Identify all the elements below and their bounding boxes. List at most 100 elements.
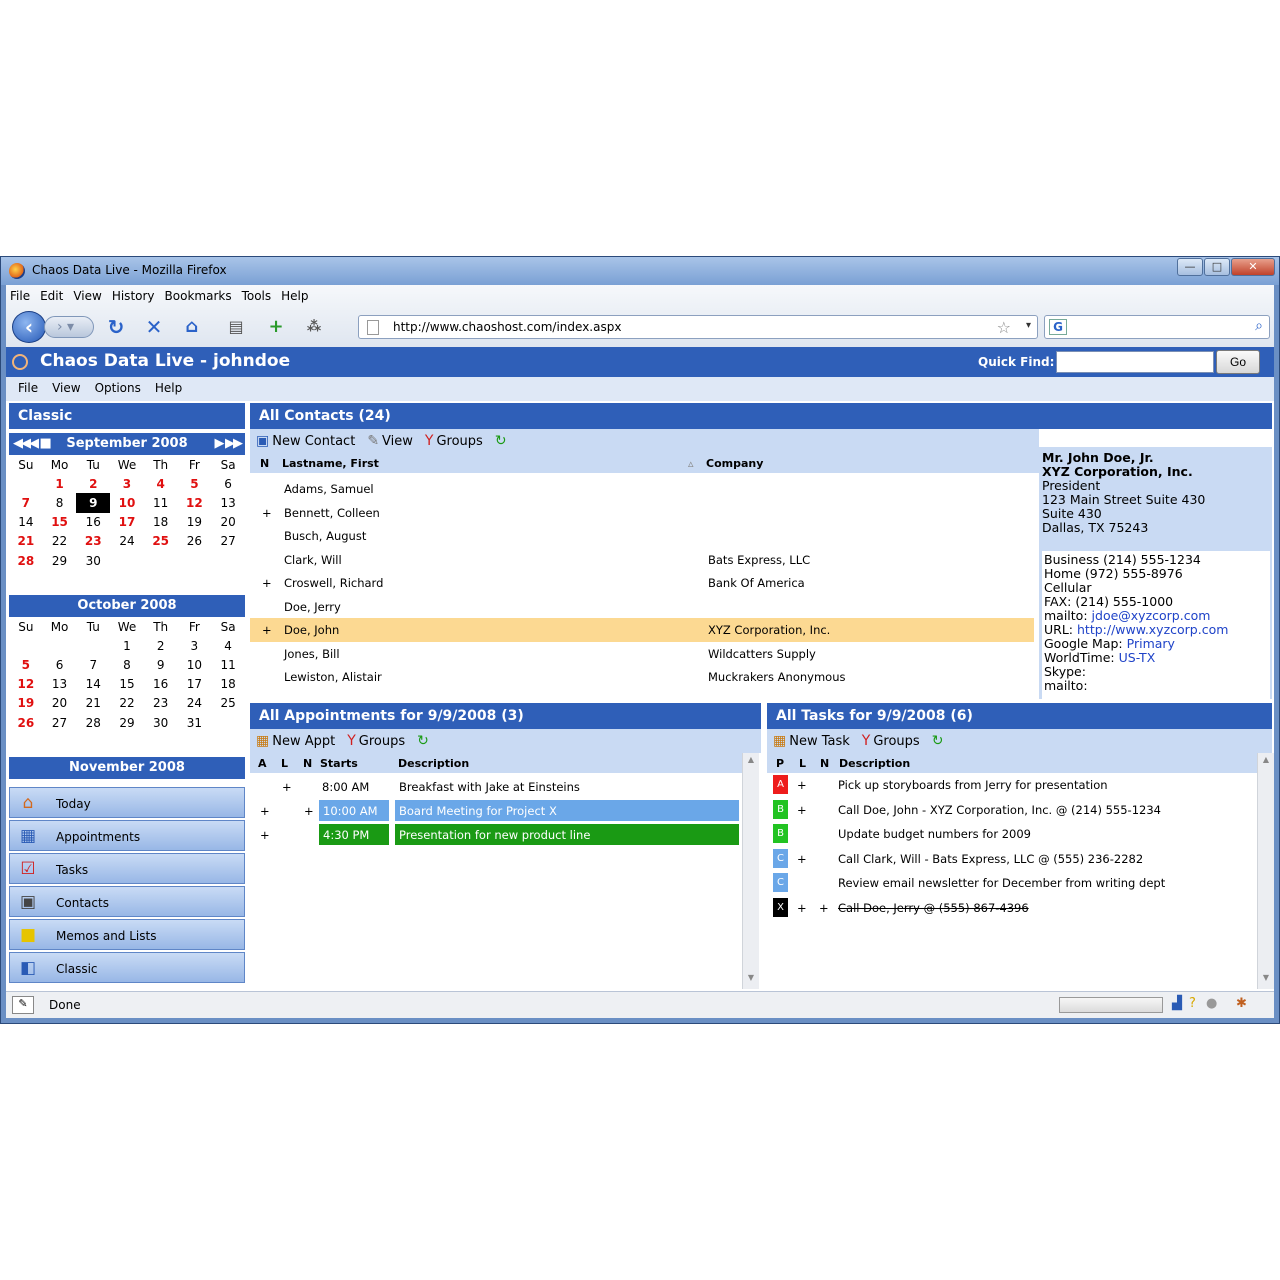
calendar-day[interactable]: 4 bbox=[144, 474, 178, 493]
calendar-day[interactable]: 26 bbox=[9, 713, 43, 732]
calendar-day[interactable] bbox=[211, 551, 245, 570]
calendar-day[interactable] bbox=[9, 636, 43, 655]
calendar-day[interactable]: 16 bbox=[144, 675, 178, 694]
calendar-day[interactable]: 18 bbox=[211, 675, 245, 694]
app-menu-help[interactable]: Help bbox=[155, 377, 182, 401]
calendar-day[interactable]: 14 bbox=[76, 675, 110, 694]
calendar-day[interactable]: 15 bbox=[43, 513, 77, 532]
menu-view[interactable]: View bbox=[73, 289, 101, 307]
calendar-day[interactable] bbox=[43, 732, 77, 751]
calendar-day[interactable]: 6 bbox=[211, 474, 245, 493]
new-task-button[interactable]: ▦ New Task bbox=[773, 733, 850, 749]
calendar-day[interactable]: 19 bbox=[178, 513, 212, 532]
calendar-day[interactable] bbox=[211, 732, 245, 751]
calendar-day[interactable]: 25 bbox=[144, 532, 178, 551]
people-icon[interactable]: ⁂ bbox=[302, 315, 326, 339]
calendar-day[interactable] bbox=[178, 551, 212, 570]
calendar-day[interactable]: 26 bbox=[178, 532, 212, 551]
app-menu-file[interactable]: File bbox=[18, 377, 38, 401]
task-row[interactable]: C Review email newsletter for December f… bbox=[767, 871, 1257, 896]
groups-button[interactable]: Y Groups bbox=[425, 433, 483, 449]
calendar-day[interactable]: 2 bbox=[76, 474, 110, 493]
col-p[interactable]: P bbox=[776, 757, 784, 770]
calendar-day[interactable]: 11 bbox=[211, 655, 245, 674]
refresh-button[interactable]: ↻ bbox=[495, 433, 507, 449]
app-menu-view[interactable]: View bbox=[52, 377, 80, 401]
menu-help[interactable]: Help bbox=[281, 289, 308, 307]
calendar-day[interactable]: 4 bbox=[211, 636, 245, 655]
contact-row[interactable]: Clark, Will Bats Express, LLC bbox=[250, 548, 1034, 572]
nav-memos-button[interactable]: ■ Memos and Lists bbox=[9, 919, 245, 950]
task-row-completed[interactable]: X + + Call Doe, Jerry @ (555) 867-4396 bbox=[767, 896, 1257, 921]
nav-tasks-button[interactable]: ☑ Tasks bbox=[9, 853, 245, 884]
calendar-day[interactable]: 7 bbox=[9, 493, 43, 512]
calendar-day[interactable]: 5 bbox=[178, 474, 212, 493]
calendar-day[interactable]: 22 bbox=[43, 532, 77, 551]
calendar-day[interactable]: 31 bbox=[178, 713, 212, 732]
maximize-button[interactable]: □ bbox=[1204, 258, 1230, 276]
quick-find-input[interactable] bbox=[1056, 351, 1214, 373]
menu-bookmarks[interactable]: Bookmarks bbox=[165, 289, 232, 307]
calendar-day[interactable] bbox=[110, 570, 144, 589]
calendar-day[interactable]: 17 bbox=[110, 513, 144, 532]
menu-edit[interactable]: Edit bbox=[40, 289, 63, 307]
bookmark-star-icon[interactable]: ☆ bbox=[997, 318, 1011, 337]
col-description[interactable]: Description bbox=[398, 757, 469, 770]
calendar-day[interactable]: 8 bbox=[43, 493, 77, 512]
home-icon[interactable]: ⌂ bbox=[180, 315, 204, 339]
back-button[interactable]: ‹ bbox=[12, 311, 46, 343]
calendar-day[interactable]: 29 bbox=[43, 551, 77, 570]
calendar-day[interactable]: 6 bbox=[43, 655, 77, 674]
calendar-day[interactable] bbox=[178, 570, 212, 589]
calendar-day[interactable]: 25 bbox=[211, 694, 245, 713]
calendar-day[interactable]: 5 bbox=[9, 655, 43, 674]
calendar-day[interactable] bbox=[144, 570, 178, 589]
calendar-day[interactable]: 12 bbox=[178, 493, 212, 512]
minimize-button[interactable]: — bbox=[1177, 258, 1203, 276]
calendar-day[interactable]: 29 bbox=[110, 713, 144, 732]
nav-appointments-button[interactable]: ▦ Appointments bbox=[9, 820, 245, 851]
address-bar[interactable]: http://www.chaoshost.com/index.aspx ☆ ▾ bbox=[358, 315, 1038, 339]
scroll-up-icon[interactable]: ▲ bbox=[1260, 755, 1272, 769]
calendar-day[interactable]: 16 bbox=[76, 513, 110, 532]
tasks-scrollbar[interactable]: ▲ ▼ bbox=[1257, 753, 1274, 989]
nav-contacts-button[interactable]: ▣ Contacts bbox=[9, 886, 245, 917]
col-a[interactable]: A bbox=[258, 757, 267, 770]
new-appt-button[interactable]: ▦ New Appt bbox=[256, 733, 335, 749]
calendar-day[interactable] bbox=[144, 732, 178, 751]
contact-row[interactable]: + Bennett, Colleen bbox=[250, 501, 1034, 525]
calendar-day[interactable] bbox=[9, 474, 43, 493]
contact-row[interactable]: + Croswell, Richard Bank Of America bbox=[250, 571, 1034, 595]
calendar-day[interactable]: 13 bbox=[211, 493, 245, 512]
sort-asc-icon[interactable]: ▵ bbox=[688, 457, 694, 470]
task-row[interactable]: B Update budget numbers for 2009 bbox=[767, 822, 1257, 847]
calendar-day[interactable] bbox=[76, 570, 110, 589]
scroll-up-icon[interactable]: ▲ bbox=[745, 755, 757, 769]
contact-row[interactable]: Doe, Jerry bbox=[250, 595, 1034, 619]
url-text[interactable]: http://www.chaoshost.com/index.aspx bbox=[393, 320, 621, 334]
nav-today-button[interactable]: ⌂ Today bbox=[9, 787, 245, 818]
search-bar[interactable]: G ⌕ bbox=[1044, 315, 1270, 339]
calendar-day[interactable]: 30 bbox=[144, 713, 178, 732]
calendar-day[interactable]: 8 bbox=[110, 655, 144, 674]
calendar-day[interactable]: 20 bbox=[211, 513, 245, 532]
task-row[interactable]: B + Call Doe, John - XYZ Corporation, In… bbox=[767, 798, 1257, 823]
calendar-day[interactable]: 24 bbox=[178, 694, 212, 713]
calendar-day[interactable]: 1 bbox=[110, 636, 144, 655]
calendar-day[interactable]: 10 bbox=[178, 655, 212, 674]
circle-icon[interactable]: ● bbox=[1206, 996, 1217, 1011]
calendar-day[interactable]: 17 bbox=[178, 675, 212, 694]
worldtime-link[interactable]: US-TX bbox=[1119, 650, 1156, 665]
calendar-day[interactable]: 28 bbox=[76, 713, 110, 732]
appt-groups-button[interactable]: Y Groups bbox=[347, 733, 405, 749]
website-link[interactable]: http://www.xyzcorp.com bbox=[1077, 622, 1228, 637]
stop-icon[interactable]: ✕ bbox=[142, 315, 166, 339]
col-n[interactable]: N bbox=[303, 757, 312, 770]
task-groups-button[interactable]: Y Groups bbox=[862, 733, 920, 749]
close-button[interactable]: ✕ bbox=[1231, 258, 1275, 276]
contact-row[interactable]: Busch, August bbox=[250, 524, 1034, 548]
signal-icon[interactable]: ▟ bbox=[1172, 996, 1182, 1011]
appt-refresh-button[interactable]: ↻ bbox=[417, 733, 429, 749]
calendar-day[interactable]: 27 bbox=[211, 532, 245, 551]
calendar-day[interactable]: 3 bbox=[178, 636, 212, 655]
